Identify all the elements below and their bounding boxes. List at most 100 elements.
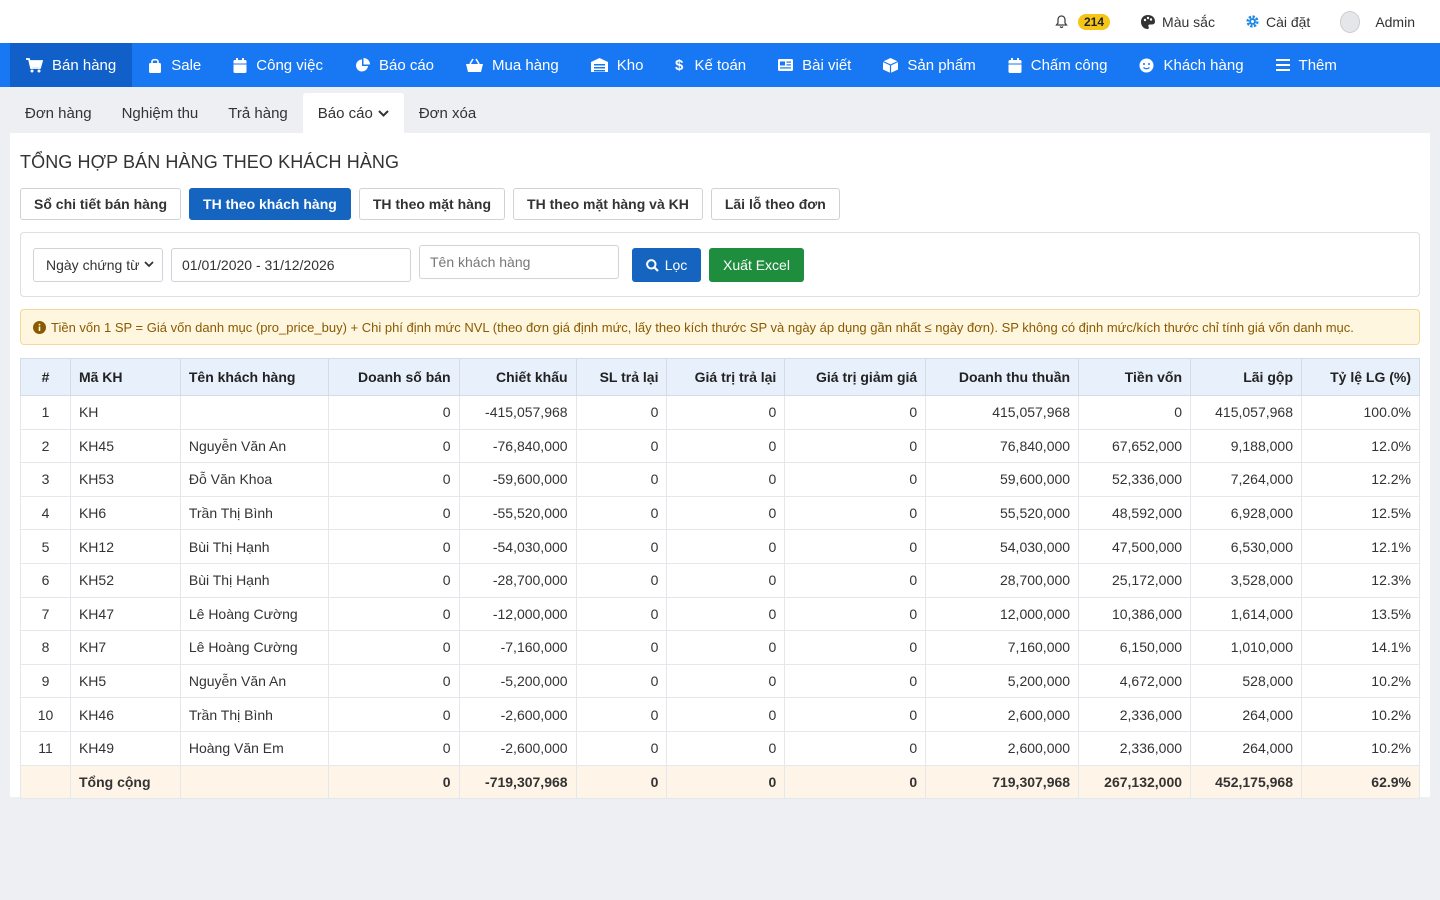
report-tab-lai-lo[interactable]: Lãi lỗ theo đơn (710, 188, 840, 220)
col-discount[interactable]: Chiết khấu (458, 358, 577, 396)
table-cell: 0 (666, 764, 786, 800)
tab-label: Đơn xóa (418, 104, 477, 122)
table-cell: Tổng cộng (69, 764, 181, 800)
nav-item-cham-cong[interactable]: Chấm công (992, 43, 1124, 87)
table-cell: 3,528,000 (1190, 562, 1302, 598)
table-cell: 12.0% (1301, 428, 1420, 464)
col-return-qty[interactable]: SL trả lại (575, 358, 668, 396)
date-type-value: Ngày chứng từ (46, 257, 140, 273)
table-cell: 6 (20, 562, 71, 598)
tab-bao-cao[interactable]: Báo cáo (302, 93, 404, 133)
table-cell: 0 (666, 529, 786, 564)
tab-nghiem-thu[interactable]: Nghiệm thu (107, 93, 214, 133)
nav-item-sale[interactable]: Sale (132, 43, 217, 87)
color-button[interactable]: Màu sắc (1140, 14, 1215, 30)
table-cell: 0 (784, 697, 927, 732)
col-return-value[interactable]: Giá trị trả lại (666, 358, 786, 396)
tab-label: Báo cáo (317, 104, 373, 122)
table-cell: Hoàng Văn Em (179, 730, 329, 766)
avatar (1340, 10, 1361, 33)
table-cell: 0 (327, 495, 460, 531)
page-title: TỔNG HỢP BÁN HÀNG THEO KHÁCH HÀNG (20, 152, 400, 172)
table-cell: 0 (327, 630, 460, 665)
notification-button[interactable]: 214 (1055, 13, 1111, 30)
nav-item-ke-toan[interactable]: $ Kế toán (659, 43, 762, 87)
col-gross-profit[interactable]: Lãi gộp (1190, 358, 1302, 396)
cart-icon (26, 57, 43, 72)
table-cell: 0 (327, 395, 460, 430)
table-cell: 4,672,000 (1078, 663, 1192, 699)
table-cell: 67,652,000 (1078, 428, 1192, 464)
report-tab-so-chi-tiet[interactable]: Sổ chi tiết bán hàng (20, 188, 182, 220)
nav-label: Mua hàng (492, 56, 559, 74)
nav-item-them[interactable]: Thêm (1260, 43, 1353, 87)
report-tab-th-khach-hang[interactable]: TH theo khách hàng (189, 188, 351, 220)
col-sales[interactable]: Doanh số bán (327, 358, 460, 396)
table-cell: 9,188,000 (1190, 428, 1302, 464)
table-cell: Nguyễn Văn An (179, 428, 329, 464)
table-cell: 0 (666, 697, 786, 732)
report-tab-th-mat-hang[interactable]: TH theo mặt hàng (358, 188, 506, 220)
table-cell: -2,600,000 (458, 697, 577, 732)
nav-item-san-pham[interactable]: Sản phẩm (867, 43, 991, 87)
date-range-input[interactable] (171, 248, 411, 282)
nav-item-cong-viec[interactable]: Công việc (217, 43, 339, 87)
nav-item-kho[interactable]: Kho (575, 43, 660, 87)
table-cell: 0 (327, 462, 460, 497)
col-customer-code[interactable]: Mã KH (69, 358, 181, 396)
nav-label: Báo cáo (378, 56, 435, 74)
gear-icon (1246, 15, 1259, 28)
col-customer-name[interactable]: Tên khách hàng (179, 358, 329, 396)
table-cell: Bùi Thị Hạnh (179, 562, 329, 598)
table-cell: 0 (784, 764, 927, 800)
col-cost[interactable]: Tiền vốn (1078, 358, 1192, 396)
nav-item-bao-cao[interactable]: Báo cáo (339, 43, 450, 87)
report-tab-th-mat-hang-kh[interactable]: TH theo mặt hàng và KH (513, 188, 703, 220)
basket-icon (466, 58, 484, 72)
excel-label: Xuất Excel (723, 257, 790, 273)
report-tabs: Sổ chi tiết bán hàng TH theo khách hàng … (20, 188, 840, 220)
customer-name-input[interactable] (419, 245, 619, 279)
table-cell (20, 764, 71, 800)
table-cell: 12,000,000 (925, 596, 1080, 632)
table-cell: 2,600,000 (925, 730, 1080, 766)
nav-item-khach-hang[interactable]: Khách hàng (1123, 43, 1259, 87)
table-cell: 0 (575, 730, 668, 766)
table-cell: 0 (666, 663, 786, 699)
info-icon (33, 320, 46, 334)
table-cell: KH46 (69, 697, 181, 732)
export-excel-button[interactable]: Xuất Excel (709, 248, 804, 282)
table-cell: -5,200,000 (458, 663, 577, 699)
table-cell: -28,700,000 (458, 562, 577, 598)
nav-item-bai-viet[interactable]: Bài viết (762, 43, 867, 87)
date-type-select[interactable]: Ngày chứng từ (33, 248, 163, 282)
table-cell: 6,150,000 (1078, 630, 1192, 665)
user-menu[interactable]: Admin (1340, 10, 1415, 33)
tab-don-xoa[interactable]: Đơn xóa (404, 93, 491, 133)
table-cell: -7,160,000 (458, 630, 577, 665)
col-index[interactable]: # (20, 358, 71, 396)
tab-label: Trả hàng (228, 104, 288, 122)
table-cell: KH45 (69, 428, 181, 464)
col-profit-ratio[interactable]: Tỷ lệ LG (%) (1301, 358, 1420, 396)
tab-don-hang[interactable]: Đơn hàng (10, 93, 107, 133)
col-reduction-value[interactable]: Giá trị giảm giá (784, 358, 927, 396)
table-cell: KH7 (69, 630, 181, 665)
table-cell: 452,175,968 (1190, 764, 1302, 800)
table-cell: 0 (327, 730, 460, 766)
nav-item-mua-hang[interactable]: Mua hàng (450, 43, 575, 87)
settings-button[interactable]: Cài đặt (1245, 14, 1310, 30)
tab-tra-hang[interactable]: Trả hàng (213, 93, 302, 133)
table-cell: 13.5% (1301, 596, 1420, 632)
table-cell: 0 (666, 630, 786, 665)
col-net-revenue[interactable]: Doanh thu thuần (925, 358, 1080, 396)
table-cell: -12,000,000 (458, 596, 577, 632)
nav-item-ban-hang[interactable]: Bán hàng (10, 43, 133, 87)
table-cell: -54,030,000 (458, 529, 577, 564)
user-name: Admin (1375, 13, 1415, 30)
table-cell: 0 (575, 462, 668, 497)
table-cell: 0 (327, 663, 460, 699)
table-cell: 415,057,968 (925, 395, 1080, 430)
filter-button[interactable]: Lọc (632, 248, 701, 282)
cost-note: Tiền vốn 1 SP = Giá vốn danh mục (pro_pr… (20, 309, 1420, 345)
